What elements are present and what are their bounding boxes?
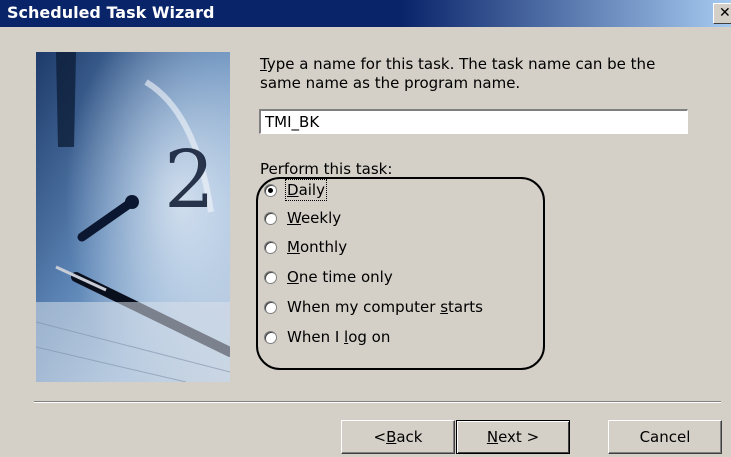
radio-button[interactable] [264, 211, 277, 225]
radio-label-log-on[interactable]: When I log on [287, 328, 390, 346]
task-name-input[interactable] [259, 109, 688, 134]
title-bar[interactable]: Scheduled Task Wizard ✕ [0, 0, 731, 27]
prompt-text: ype a name for this task. The task name … [260, 55, 656, 92]
radio-label-one-time-only[interactable]: One time only [287, 268, 393, 286]
radio-weekly[interactable]: Weekly [264, 207, 341, 229]
prompt-accelerator: T [260, 55, 267, 73]
radio-button[interactable] [264, 300, 277, 314]
svg-text:2: 2 [164, 133, 215, 226]
task-name-prompt: Type a name for this task. The task name… [260, 55, 680, 93]
radio-button[interactable] [264, 270, 277, 284]
radio-daily[interactable]: Daily [264, 179, 327, 201]
next-button[interactable]: Next > [456, 420, 570, 454]
separator-line-highlight [34, 402, 721, 403]
cancel-button[interactable]: Cancel [608, 420, 722, 454]
radio-label-computer-starts[interactable]: When my computer starts [287, 298, 483, 316]
radio-label-monthly[interactable]: Monthly [287, 238, 347, 256]
clock-and-pen-image: 2 [36, 52, 230, 382]
back-button[interactable]: < Back [341, 420, 455, 454]
radio-button[interactable] [264, 240, 277, 254]
close-button[interactable]: ✕ [713, 3, 731, 24]
radio-label-weekly[interactable]: Weekly [287, 209, 341, 227]
radio-dot [268, 187, 273, 193]
close-icon: ✕ [719, 5, 731, 21]
perform-label: Perform this task: [260, 160, 393, 178]
radio-monthly[interactable]: Monthly [264, 236, 347, 258]
window-title: Scheduled Task Wizard [7, 3, 215, 22]
radio-button[interactable] [264, 330, 277, 344]
radio-log-on[interactable]: When I log on [264, 326, 390, 348]
radio-button-selected[interactable] [264, 183, 277, 197]
wizard-illustration: 2 [36, 52, 230, 382]
radio-one-time-only[interactable]: One time only [264, 266, 393, 288]
radio-label-daily[interactable]: Daily [285, 179, 327, 201]
radio-computer-starts[interactable]: When my computer starts [264, 296, 483, 318]
